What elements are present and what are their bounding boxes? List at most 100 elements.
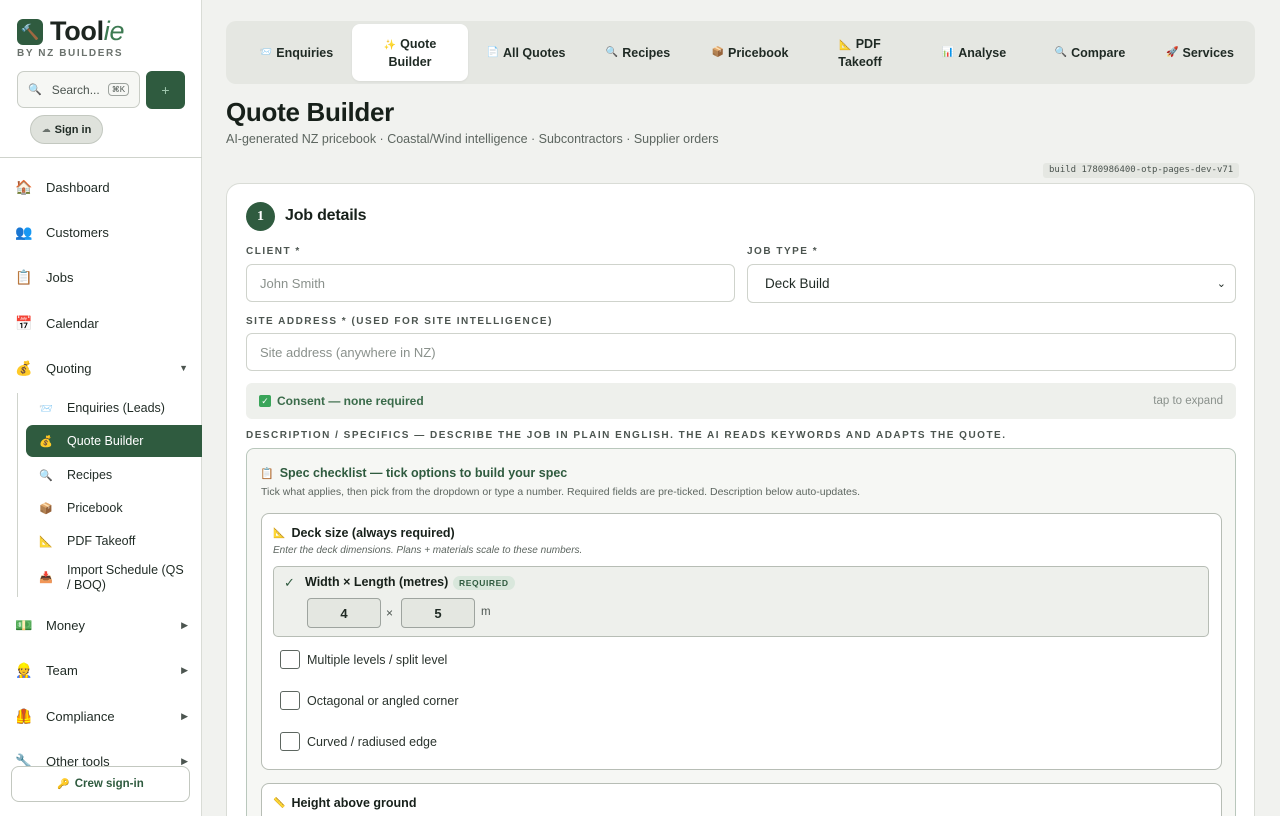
sidebar-item-import-schedule[interactable]: 📥 Import Schedule (QS / BOQ): [26, 560, 202, 596]
site-address-input[interactable]: Site address (anywhere in NZ): [246, 333, 1236, 371]
step-title: Job details: [285, 207, 367, 224]
sidebar-item-pdf-takeoff[interactable]: 📐 PDF Takeoff: [26, 525, 202, 557]
rocket-icon: 🚀: [1166, 46, 1179, 58]
package-icon: 📦: [39, 502, 53, 515]
brand-subtitle: BY NZ BUILDERS: [17, 48, 124, 59]
cash-icon: 💵: [15, 616, 33, 633]
brand[interactable]: 🔨 Toolie: [17, 16, 125, 47]
sparkles-icon: ✨: [383, 39, 397, 51]
deck-size-title: 📐 Deck size (always required): [273, 526, 455, 540]
hammer-icon: 🔨: [17, 18, 43, 45]
chevron-right-icon: ▶: [181, 710, 188, 721]
required-badge: REQUIRED: [453, 576, 515, 590]
search-icon: 🔍: [28, 84, 42, 96]
client-input[interactable]: John Smith: [246, 264, 735, 302]
clipboard-icon: 📋: [260, 467, 274, 480]
tab-quote-builder[interactable]: ✨ Quote Builder: [352, 24, 468, 81]
add-button[interactable]: +: [146, 71, 185, 109]
document-icon: 📄: [486, 46, 499, 58]
tab-recipes[interactable]: 🔍 Recipes: [586, 24, 690, 81]
spec-checklist-help: Tick what applies, then pick from the dr…: [261, 486, 861, 498]
key-icon: 🔑: [57, 778, 70, 790]
divider: [0, 157, 202, 158]
height-title: 📏 Height above ground: [273, 796, 417, 810]
inbox-icon: 📨: [259, 46, 273, 58]
magnifier-icon: 🔍: [1054, 46, 1068, 58]
chevron-right-icon: ▶: [181, 664, 188, 675]
worker-icon: 👷: [15, 661, 33, 678]
sidebar-item-calendar[interactable]: 📅 Calendar: [0, 303, 202, 343]
sidebar-item-jobs[interactable]: 📋 Jobs: [0, 257, 202, 297]
tab-enquiries[interactable]: 📨 Enquiries: [240, 24, 353, 81]
width-length-label: Width × Length (metres): [305, 575, 449, 589]
job-type-label: JOB TYPE *: [747, 246, 819, 257]
checkbox[interactable]: [280, 650, 300, 669]
times-sign: ×: [386, 606, 394, 620]
magnifier-icon: 🔍: [39, 469, 53, 482]
check-icon: ✓: [259, 395, 271, 407]
deck-width-input[interactable]: 4: [307, 598, 381, 628]
clipboard-icon: 📋: [15, 268, 33, 285]
sign-in-button[interactable]: ☁ Sign in: [30, 115, 103, 144]
tab-pricebook[interactable]: 📦 Pricebook: [698, 24, 802, 81]
ruler-triangle-icon: 📐: [39, 535, 53, 548]
option-multiple-levels[interactable]: Multiple levels / split level: [280, 650, 447, 669]
sidebar-item-quoting[interactable]: 💰 Quoting ▼: [0, 348, 202, 388]
home-icon: 🏠: [15, 178, 33, 195]
chevron-right-icon: ▶: [181, 619, 188, 630]
sidebar-item-customers[interactable]: 👥 Customers: [0, 212, 202, 252]
search-shortcut: ⌘K: [107, 83, 130, 96]
client-label: CLIENT *: [246, 246, 301, 257]
sidebar-item-enquiries[interactable]: 📨 Enquiries (Leads): [26, 392, 202, 424]
magnifier-icon: 🔍: [605, 46, 619, 58]
sidebar-item-recipes[interactable]: 🔍 Recipes: [26, 459, 202, 491]
brand-name: Toolie: [50, 16, 125, 46]
step-number: 1: [246, 202, 275, 231]
sidebar: 🔨 Toolie BY NZ BUILDERS 🔍 Search... ⌘K +…: [0, 0, 202, 816]
bar-chart-icon: 📊: [941, 46, 955, 58]
search-input[interactable]: 🔍 Search... ⌘K: [17, 71, 140, 108]
checkbox[interactable]: [280, 732, 300, 751]
build-tag: build 1780986400-otp-pages-dev-v71: [1043, 163, 1240, 178]
consent-panel[interactable]: ✓ Consent — none required tap to expand: [246, 383, 1236, 419]
check-icon: ✓: [284, 575, 295, 590]
page-title: Quote Builder: [226, 97, 394, 127]
chevron-down-icon: ▼: [179, 363, 188, 373]
tab-analyse[interactable]: 📊 Analyse: [922, 24, 1026, 81]
page-subtitle: AI-generated NZ pricebook · Coastal/Wind…: [226, 132, 719, 146]
search-placeholder: Search...: [51, 82, 100, 97]
safety-vest-icon: 🦺: [15, 707, 33, 724]
spec-checklist-title: 📋 Spec checklist — tick options to build…: [260, 466, 568, 480]
job-type-select[interactable]: Deck Build ⌄: [747, 264, 1236, 303]
calendar-icon: 📅: [15, 314, 33, 331]
unit-label: m: [481, 606, 491, 618]
sidebar-item-quote-builder[interactable]: 💰 Quote Builder: [26, 425, 202, 457]
ruler-triangle-icon: 📐: [273, 527, 286, 539]
inbox-icon: 📨: [39, 402, 53, 415]
sidebar-item-money[interactable]: 💵 Money ▶: [0, 605, 202, 645]
crew-sign-in-button[interactable]: 🔑 Crew sign-in: [11, 766, 190, 802]
ruler-icon: 📏: [273, 797, 286, 809]
ruler-triangle-icon: 📐: [839, 39, 852, 51]
package-icon: 📦: [711, 46, 724, 58]
deck-length-input[interactable]: 5: [401, 598, 475, 628]
tab-all-quotes[interactable]: 📄 All Quotes: [473, 24, 579, 81]
checkbox[interactable]: [280, 691, 300, 710]
option-curved-edge[interactable]: Curved / radiused edge: [280, 732, 437, 751]
sidebar-item-pricebook[interactable]: 📦 Pricebook: [26, 492, 202, 524]
tab-pdf-takeoff[interactable]: 📐 PDF Takeoff: [808, 24, 912, 81]
chevron-right-icon: ▶: [181, 755, 188, 766]
money-bag-icon: 💰: [39, 435, 53, 448]
option-octagonal-corner[interactable]: Octagonal or angled corner: [280, 691, 458, 710]
sidebar-item-team[interactable]: 👷 Team ▶: [0, 650, 202, 690]
site-address-label: SITE ADDRESS * (USED FOR SITE INTELLIGEN…: [246, 316, 553, 327]
sidebar-item-compliance[interactable]: 🦺 Compliance ▶: [0, 696, 202, 736]
tab-compare[interactable]: 🔍 Compare: [1038, 24, 1142, 81]
tab-bar: 📨 Enquiries ✨ Quote Builder 📄 All Quotes 🔍 Re…: [226, 21, 1255, 84]
tab-services[interactable]: 🚀 Services: [1153, 24, 1247, 81]
people-icon: 👥: [15, 223, 33, 240]
sidebar-item-dashboard[interactable]: 🏠 Dashboard: [0, 167, 202, 207]
deck-size-help: Enter the deck dimensions. Plans + mater…: [273, 545, 583, 556]
cloud-icon: ☁: [41, 124, 51, 134]
inbox-tray-icon: 📥: [39, 571, 53, 584]
